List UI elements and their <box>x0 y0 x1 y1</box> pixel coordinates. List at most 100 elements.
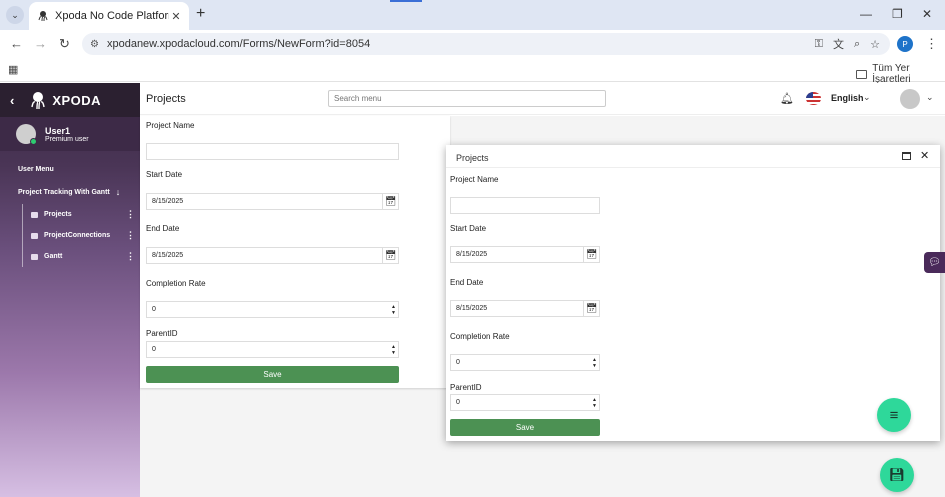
site-info-icon[interactable]: ⚙ <box>90 39 99 50</box>
projects-modal: Projects ✕ Project Name Start Date 8/15/… <box>446 145 940 441</box>
sidebar-item-gantt[interactable]: Gantt ⋮ <box>23 246 140 267</box>
bell-icon[interactable]: 🔔︎ <box>780 92 794 105</box>
zoom-icon[interactable]: ⌕ <box>854 38 860 51</box>
end-date-value: 8/15/2025 <box>456 305 488 312</box>
parent-id-field[interactable]: 0 ▲ ▼ <box>450 394 600 411</box>
menu-icon[interactable]: ≡ <box>877 398 911 432</box>
parent-id-value: 0 <box>152 346 156 353</box>
minimize-icon[interactable]: — <box>860 7 872 21</box>
floppy-icon[interactable]: 💾︎ <box>880 458 914 492</box>
parent-id-field[interactable]: 0 ▲ ▼ <box>146 341 399 358</box>
bookmark-folder-label: Tüm Yer İşaretleri <box>872 63 911 85</box>
end-date-value: 8/15/2025 <box>152 252 184 259</box>
more-icon[interactable]: ⋮ <box>126 209 135 220</box>
end-date-label: End Date <box>450 278 484 287</box>
language-select[interactable]: English <box>831 93 864 103</box>
reload-icon[interactable]: ↻ <box>59 36 70 52</box>
table-icon <box>31 253 38 260</box>
completion-rate-field[interactable]: 0 ▲ ▼ <box>450 354 600 371</box>
close-icon[interactable]: ✕ <box>169 9 183 23</box>
save-button[interactable]: Save <box>146 366 399 383</box>
logo: XPODA <box>28 90 101 110</box>
us-flag-icon[interactable] <box>806 92 821 105</box>
project-name-field[interactable] <box>146 143 399 160</box>
close-icon[interactable]: ✕ <box>920 149 929 162</box>
completion-rate-label: Completion Rate <box>450 332 510 341</box>
completion-rate-value: 0 <box>456 359 460 366</box>
page-title: Projects <box>146 93 186 105</box>
translate-icon[interactable]: 文 <box>833 36 844 52</box>
chevron-down-icon[interactable]: ⌄ <box>926 92 934 103</box>
browser-tab-bar: ⌄ Xpoda No Code Platform ✕ + — ❐ ✕ <box>0 0 945 30</box>
spinner-icon[interactable]: ▲ ▼ <box>592 355 597 370</box>
table-icon <box>31 232 38 239</box>
forward-icon[interactable]: → <box>34 36 47 51</box>
project-name-field[interactable] <box>450 197 600 214</box>
sidebar-item-label: Projects <box>44 211 72 218</box>
star-icon[interactable]: ☆ <box>870 38 880 51</box>
calendar-icon[interactable]: 📅︎ <box>583 247 599 262</box>
more-icon[interactable]: ⋮ <box>126 251 135 262</box>
maximize-icon[interactable] <box>902 152 911 160</box>
end-date-field[interactable]: 8/15/2025 📅︎ <box>146 247 399 264</box>
plus-icon[interactable]: + <box>196 5 205 23</box>
calendar-icon[interactable]: 📅︎ <box>583 301 599 316</box>
window-close-icon[interactable]: ✕ <box>922 7 932 21</box>
menu-group-project-tracking[interactable]: Project Tracking With Gantt ↓ <box>18 187 120 197</box>
parent-id-label: ParentID <box>450 383 482 392</box>
start-date-value: 8/15/2025 <box>456 251 488 258</box>
user-name: User1 <box>45 125 71 136</box>
browser-menu-icon[interactable]: ⋮ <box>925 36 938 52</box>
url-field[interactable]: ⚙ xpodanew.xpodacloud.com/Forms/NewForm?… <box>82 33 890 55</box>
octopus-icon <box>31 92 46 110</box>
start-date-label: Start Date <box>450 224 487 233</box>
spinner-icon[interactable]: ▲ ▼ <box>391 342 396 357</box>
tab-list-icon[interactable]: ⌄ <box>6 6 24 24</box>
project-name-label: Project Name <box>450 175 499 184</box>
sidebar-item-projectconnections[interactable]: ProjectConnections ⋮ <box>23 225 140 246</box>
spinner-icon[interactable]: ▲ ▼ <box>592 395 597 410</box>
key-icon[interactable]: ⚿ <box>815 38 823 51</box>
profile-avatar[interactable]: P <box>897 36 913 52</box>
collapse-sidebar-icon[interactable]: ‹ <box>10 93 14 108</box>
save-button[interactable]: Save <box>450 419 600 436</box>
calendar-icon[interactable]: 📅︎ <box>382 194 398 209</box>
user-role: Premium user <box>45 135 89 143</box>
avatar[interactable] <box>900 89 920 109</box>
online-status-icon <box>30 138 37 145</box>
start-date-label: Start Date <box>146 170 183 179</box>
spinner-icon[interactable]: ▲ ▼ <box>391 302 396 317</box>
user-card[interactable]: User1 Premium user <box>0 117 140 151</box>
completion-rate-value: 0 <box>152 306 156 313</box>
browser-tab[interactable]: Xpoda No Code Platform ✕ <box>29 2 189 30</box>
user-menu-title: User Menu <box>18 166 54 173</box>
arrow-down-icon: ↓ <box>115 187 121 197</box>
octopus-icon <box>38 11 48 22</box>
flag-canton <box>806 92 813 98</box>
sidebar: ‹ XPODA User1 Premium user User Menu Pro… <box>0 83 140 497</box>
apps-icon[interactable]: ▦ <box>8 63 18 76</box>
project-name-label: Project Name <box>146 121 195 130</box>
table-icon <box>31 211 38 218</box>
divider <box>446 167 940 168</box>
completion-rate-label: Completion Rate <box>146 279 206 288</box>
end-date-label: End Date <box>146 224 180 233</box>
search-input[interactable] <box>328 90 606 107</box>
end-date-field[interactable]: 8/15/2025 📅︎ <box>450 300 600 317</box>
project-form: Project Name Start Date 8/15/2025 📅︎ End… <box>140 116 450 388</box>
chat-icon[interactable]: 💬︎ <box>924 252 945 273</box>
modal-title: Projects <box>456 153 489 163</box>
folder-icon <box>856 69 868 79</box>
calendar-icon[interactable]: 📅︎ <box>382 248 398 263</box>
bookmark-folder[interactable]: Tüm Yer İşaretleri <box>856 63 945 85</box>
completion-rate-field[interactable]: 0 ▲ ▼ <box>146 301 399 318</box>
more-icon[interactable]: ⋮ <box>126 230 135 241</box>
start-date-field[interactable]: 8/15/2025 📅︎ <box>450 246 600 263</box>
logo-text: XPODA <box>52 92 102 108</box>
back-icon[interactable]: ← <box>10 36 23 51</box>
sidebar-item-projects[interactable]: Projects ⋮ <box>23 204 140 225</box>
restore-icon[interactable]: ❐ <box>892 7 903 21</box>
chevron-down-icon[interactable]: ⌄ <box>863 92 871 103</box>
start-date-field[interactable]: 8/15/2025 📅︎ <box>146 193 399 210</box>
sidebar-header: ‹ XPODA <box>0 83 140 117</box>
